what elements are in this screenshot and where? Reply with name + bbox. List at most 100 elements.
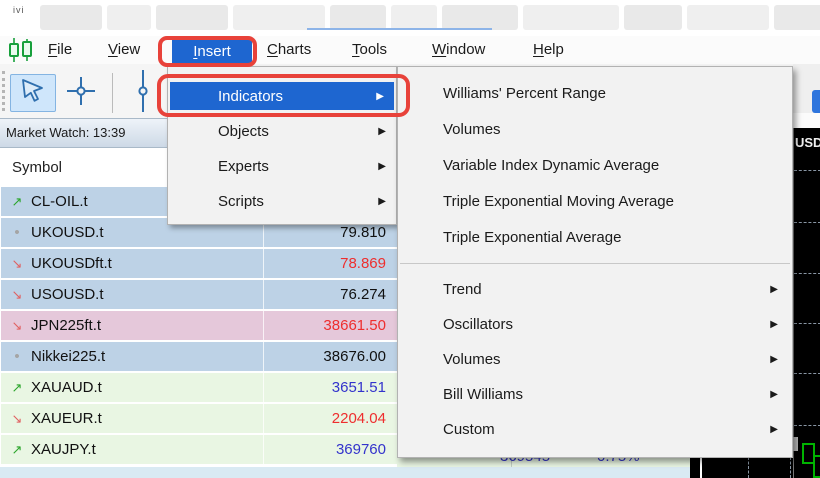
- trend-down-icon: ↘: [11, 255, 23, 271]
- menu-view[interactable]: View: [108, 36, 140, 63]
- menu-charts[interactable]: Charts: [267, 36, 311, 63]
- ghost-tab: [156, 5, 228, 30]
- submenu-arrow-icon: ▶: [770, 284, 778, 295]
- submenu-item-label: Custom: [443, 421, 495, 438]
- menu-tools-accel: T: [352, 41, 360, 58]
- submenu-arrow-icon: ▶: [770, 389, 778, 400]
- candlestick: [813, 455, 820, 478]
- chart-gridline: [794, 425, 820, 426]
- submenu-item-label: Volumes: [443, 351, 501, 368]
- price-cell: 38661.50: [323, 317, 386, 334]
- menu-file-accel: F: [48, 41, 58, 58]
- menu-window-label: indow: [446, 41, 486, 58]
- market-watch-row[interactable]: ↘ USOUSD.t 76.274: [1, 280, 397, 309]
- symbol-column-label: Symbol: [12, 159, 63, 176]
- ghost-tab: [774, 5, 820, 30]
- symbol-cell: USOUSD.t: [31, 286, 104, 303]
- submenu-item-label: Volumes: [443, 120, 501, 138]
- submenu-arrow-icon: ▶: [378, 126, 386, 137]
- menu-help-label: elp: [543, 41, 564, 58]
- trend-flat-icon: •: [14, 224, 20, 241]
- cursor-tool-button[interactable]: [10, 74, 56, 112]
- price-cell: 78.869: [340, 255, 386, 272]
- chart-gridline: [794, 273, 820, 274]
- ghost-tab: [442, 5, 518, 30]
- submenu-group-bill-williams[interactable]: Bill Williams ▶: [398, 377, 792, 412]
- symbol-cell: UKOUSD.t: [31, 224, 104, 241]
- ghost-tab: [107, 5, 151, 30]
- submenu-item-label: Trend: [443, 281, 482, 298]
- menu-item-experts[interactable]: Experts ▶: [168, 149, 396, 184]
- chart-gridline: [794, 373, 820, 374]
- submenu-arrow-icon: ▶: [770, 319, 778, 330]
- submenu-item-label: Triple Exponential Average: [443, 228, 622, 246]
- chart-axis-line: [700, 457, 702, 478]
- crosshair-tool-button[interactable]: [60, 76, 102, 110]
- menu-help-accel: H: [533, 41, 544, 58]
- submenu-item-williams-percent-range[interactable]: Williams' Percent Range: [398, 75, 792, 111]
- market-watch-row[interactable]: • Nikkei225.t 38676.00: [1, 342, 397, 371]
- toolbar-drag-handle[interactable]: [2, 71, 5, 111]
- cursor-icon: [20, 78, 46, 109]
- chart-gridline: [794, 222, 820, 223]
- blurred-tab-row: [40, 5, 820, 30]
- menu-tools-label: ools: [359, 41, 388, 58]
- submenu-item-label: Triple Exponential Moving Average: [443, 192, 674, 210]
- market-watch-title: Market Watch: 13:39: [6, 125, 126, 140]
- menu-item-indicators[interactable]: Indicators ▶: [170, 82, 394, 110]
- metatrader-logo-icon: [8, 38, 34, 62]
- menu-item-objects[interactable]: Objects ▶: [168, 114, 396, 149]
- menu-window[interactable]: Window: [432, 36, 485, 63]
- market-watch-row[interactable]: ↘ XAUEUR.t 2204.04: [1, 404, 397, 433]
- market-watch-row[interactable]: ↘ JPN225ft.t 38661.50: [1, 311, 397, 340]
- ghost-tab: [233, 5, 325, 30]
- trend-flat-icon: •: [14, 348, 20, 365]
- trend-down-icon: ↘: [11, 410, 23, 426]
- clipped-daily-change-value: 0.75%: [597, 457, 640, 465]
- symbol-cell: XAUAUD.t: [31, 379, 102, 396]
- submenu-arrow-icon: ▶: [378, 161, 386, 172]
- submenu-group-custom[interactable]: Custom ▶: [398, 412, 792, 447]
- price-cell: 3651.51: [331, 379, 386, 396]
- insert-dropdown-menu: Indicators ▶ Objects ▶ Experts ▶ Scripts…: [167, 66, 397, 225]
- market-watch-row[interactable]: ↘ UKOUSDft.t 78.869: [1, 249, 397, 278]
- price-cell: 2204.04: [331, 410, 386, 427]
- chart-bottom-fragment: [690, 457, 793, 478]
- menu-item-scripts[interactable]: Scripts ▶: [168, 184, 396, 219]
- submenu-item-volumes[interactable]: Volumes: [398, 111, 792, 147]
- ghost-tab: [523, 5, 619, 30]
- market-watch-table: ↗ CL-OIL.t • UKOUSD.t 79.810 ↘ UKOUSDft.…: [1, 187, 397, 466]
- menu-window-accel: W: [432, 41, 447, 58]
- market-watch-column-divider: [263, 187, 264, 465]
- menu-tools[interactable]: Tools: [352, 36, 387, 63]
- submenu-group-trend[interactable]: Trend ▶: [398, 272, 792, 307]
- menu-file-label: ile: [57, 41, 73, 58]
- menu-item-label: Indicators: [218, 87, 284, 105]
- submenu-item-triple-exponential-moving-average[interactable]: Triple Exponential Moving Average: [398, 183, 792, 219]
- menu-file[interactable]: File: [48, 36, 72, 63]
- window-title-strip: ivi: [0, 0, 820, 36]
- partial-blue-button[interactable]: [812, 90, 820, 113]
- submenu-arrow-icon: ▶: [770, 424, 778, 435]
- market-watch-row[interactable]: ↗ XAUJPY.t 369760: [1, 435, 397, 464]
- market-watch-row[interactable]: ↗ XAUAUD.t 3651.51: [1, 373, 397, 402]
- menu-insert[interactable]: Insert: [172, 40, 252, 64]
- submenu-item-label: Bill Williams: [443, 386, 523, 403]
- submenu-separator: [400, 263, 790, 264]
- chart-gridline: [794, 323, 820, 324]
- menu-help[interactable]: Help: [533, 36, 564, 63]
- trend-up-icon: ↗: [11, 441, 23, 457]
- ghost-tab: [624, 5, 682, 30]
- price-cell: 79.810: [340, 224, 386, 241]
- symbol-cell: JPN225ft.t: [31, 317, 102, 334]
- price-cell: 38676.00: [323, 348, 386, 365]
- vertical-line-tool-button[interactable]: [126, 69, 160, 115]
- ghost-tab: [391, 5, 437, 30]
- submenu-group-oscillators[interactable]: Oscillators ▶: [398, 307, 792, 342]
- submenu-item-variable-index-dynamic-average[interactable]: Variable Index Dynamic Average: [398, 147, 792, 183]
- trend-down-icon: ↘: [11, 286, 23, 302]
- submenu-group-volumes[interactable]: Volumes ▶: [398, 342, 792, 377]
- submenu-item-triple-exponential-average[interactable]: Triple Exponential Average: [398, 219, 792, 255]
- trend-up-icon: ↗: [11, 379, 23, 395]
- metatrader-window: ivi File View Insert Charts Tools Window…: [0, 0, 820, 478]
